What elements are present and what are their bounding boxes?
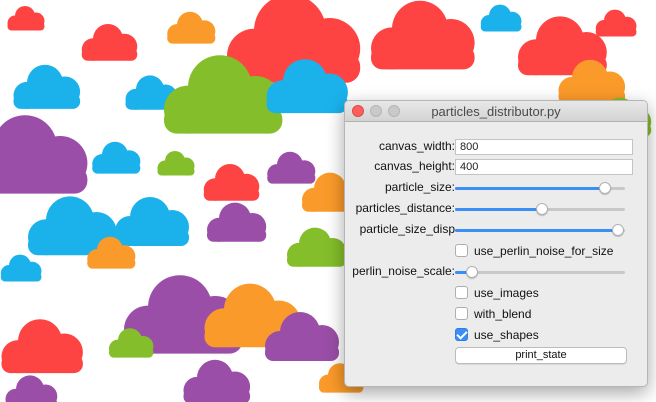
checkmark-icon	[456, 328, 468, 340]
cloud-particle	[0, 115, 88, 194]
cloud-particle	[13, 64, 81, 109]
particles-distance-slider-thumb[interactable]	[535, 203, 548, 215]
cloud-particle	[92, 141, 141, 174]
canvas-width-label: canvas_width:	[378, 139, 455, 153]
canvas-height-label: canvas_height:	[374, 159, 455, 173]
particle-size-row: particle_size:	[345, 179, 647, 197]
window-title: particles_distributor.py	[431, 104, 561, 119]
cloud-particle	[7, 6, 45, 31]
cloud-particle	[5, 375, 58, 402]
cloud-particle	[371, 0, 475, 70]
use-shapes-label: use_shapes	[474, 328, 539, 342]
particle-size-disp-slider[interactable]	[455, 223, 625, 237]
print-state-button[interactable]: print_state	[455, 347, 627, 364]
canvas-height-input[interactable]: 400	[455, 159, 633, 175]
canvas-height-row: canvas_height: 400	[345, 158, 647, 176]
with-blend-checkbox[interactable]	[455, 307, 468, 320]
use-perlin-noise-for-size-checkbox[interactable]	[455, 244, 468, 257]
cloud-particle	[203, 164, 260, 201]
use-shapes-checkbox[interactable]	[455, 328, 468, 341]
use-perlin-noise-for-size-label: use_perlin_noise_for_size	[474, 244, 614, 258]
cloud-particle	[267, 151, 316, 184]
cloud-particle	[81, 24, 138, 61]
canvas-width-row: canvas_width: 800	[345, 138, 647, 156]
cloud-particle	[157, 151, 195, 176]
particles-distance-row: particles_distance:	[345, 200, 647, 218]
particles-distance-slider[interactable]	[455, 202, 625, 216]
cloud-particle	[115, 197, 189, 246]
perlin-noise-scale-slider-thumb[interactable]	[466, 266, 478, 278]
perlin-noise-scale-row: perlin_noise_scale:	[345, 263, 647, 281]
perlin-noise-scale-label: perlin_noise_scale:	[352, 264, 455, 278]
settings-window: particles_distributor.py canvas_width: 8…	[344, 100, 648, 387]
window-titlebar[interactable]: particles_distributor.py	[345, 101, 647, 122]
cloud-particle	[595, 9, 637, 37]
cloud-particle	[0, 254, 42, 282]
perlin-noise-scale-slider[interactable]	[455, 265, 625, 279]
use-images-checkbox[interactable]	[455, 286, 468, 299]
cloud-particle	[167, 11, 216, 44]
particle-size-label: particle_size:	[384, 180, 455, 194]
cloud-particle	[1, 319, 83, 374]
cloud-particle	[207, 202, 267, 242]
cloud-particle	[183, 359, 251, 402]
particle-size-slider[interactable]	[455, 181, 625, 195]
particle-size-disp-label: particle_size_disp	[359, 222, 455, 236]
particles-distance-label: particles_distance:	[355, 201, 455, 215]
particle-size-disp-slider-thumb[interactable]	[612, 224, 625, 236]
particle-size-disp-row: particle_size_disp	[345, 221, 647, 239]
with-blend-label: with_blend	[474, 307, 532, 321]
cloud-particle	[480, 4, 522, 32]
use-images-label: use_images	[474, 286, 539, 300]
cloud-particle	[287, 227, 347, 267]
canvas-width-input[interactable]: 800	[455, 139, 633, 155]
particle-size-slider-thumb[interactable]	[598, 182, 611, 194]
